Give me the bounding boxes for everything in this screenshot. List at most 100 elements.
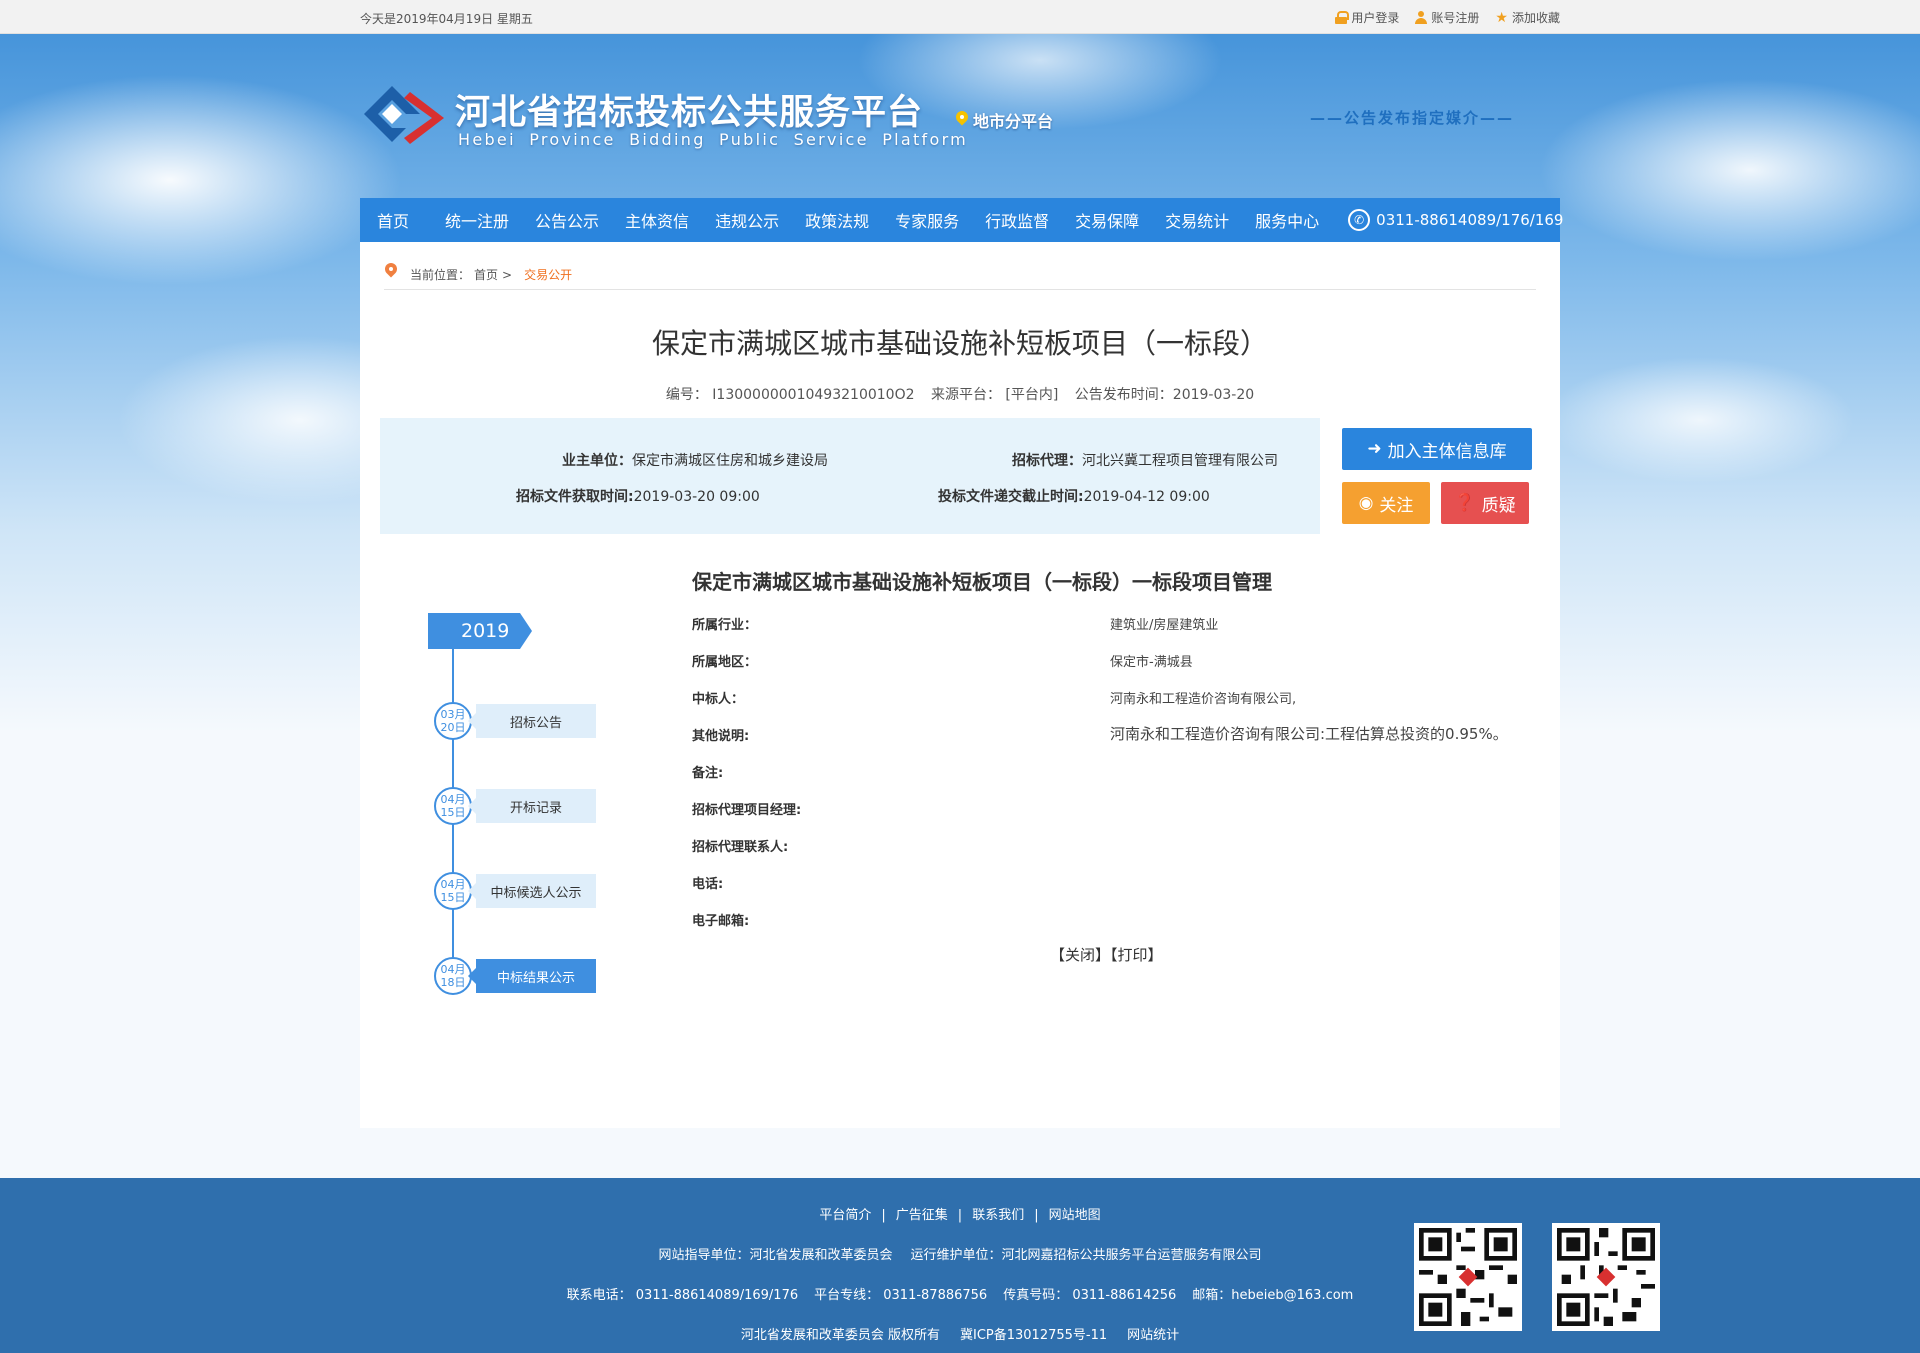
nav-service-center[interactable]: 服务中心: [1242, 208, 1332, 232]
footer-contact-phone: 联系电话： 0311-88614089/169/176: [566, 1288, 799, 1303]
field-value: 保定市-满城县: [1110, 655, 1193, 670]
field-label: 中标人：: [692, 692, 745, 707]
doc-time-info: 招标文件获取时间:2019-03-20 09:00: [516, 486, 760, 506]
footer-hotline: 平台专线： 0311-87886756: [814, 1288, 988, 1303]
footer-icp[interactable]: 冀ICP备13012755号-11: [960, 1328, 1107, 1343]
nav-home[interactable]: 首页: [360, 208, 432, 232]
print-link[interactable]: 【打印】: [1110, 946, 1163, 964]
meta-date: 公告发布时间：2019-03-20: [1074, 387, 1255, 403]
site-title: 河北省招标投标公共服务平台: [455, 93, 924, 133]
follow-button[interactable]: ◉ 关注: [1342, 482, 1430, 524]
question-button[interactable]: ❓ 质疑: [1441, 482, 1529, 524]
footer-separator: |: [881, 1208, 886, 1223]
footer-stats[interactable]: 网站统计: [1127, 1328, 1179, 1343]
nav-experts[interactable]: 专家服务: [882, 208, 972, 232]
agent-info: 招标代理：河北兴冀工程项目管理有限公司: [1012, 450, 1278, 470]
location-pin-icon: [384, 263, 398, 281]
project-info-box: 业主单位：保定市满城区住房和城乡建设局 招标代理：河北兴冀工程项目管理有限公司 …: [380, 418, 1320, 534]
field-label: 所属行业：: [692, 618, 758, 633]
nav-supervision[interactable]: 行政监督: [972, 208, 1062, 232]
field-label: 招标代理联系人:: [692, 840, 789, 855]
nav-credit[interactable]: 主体资信: [612, 208, 702, 232]
timeline-date: 04月 15日: [434, 787, 472, 825]
nav-violations[interactable]: 违规公示: [702, 208, 792, 232]
field-value: 建筑业/房屋建筑业: [1110, 618, 1219, 633]
timeline-item-result[interactable]: 中标结果公示: [468, 959, 596, 993]
branch-platform-link[interactable]: 地市分平台: [955, 108, 1053, 132]
site-logo[interactable]: [362, 84, 446, 148]
favorite-link[interactable]: ★ 添加收藏: [1495, 9, 1560, 26]
breadcrumb-separator: >: [502, 267, 513, 282]
timeline-day: 20日: [440, 721, 466, 734]
site-subtitle: Hebei Province Bidding Public Service Pl…: [458, 130, 969, 149]
timeline-date: 04月 15日: [434, 872, 472, 910]
detail-title: 保定市满城区城市基础设施补短板项目（一标段）一标段项目管理: [692, 570, 1272, 594]
nav-guarantee[interactable]: 交易保障: [1062, 208, 1152, 232]
timeline-date: 04月 18日: [434, 957, 472, 995]
nav-statistics[interactable]: 交易统计: [1152, 208, 1242, 232]
footer-guide-unit: 网站指导单位：河北省发展和改革委员会: [658, 1248, 893, 1263]
nav-register[interactable]: 统一注册: [432, 208, 522, 232]
field-label: 电话:: [692, 877, 724, 892]
timeline-day: 18日: [440, 976, 466, 989]
field-value: 河南永和工程造价咨询有限公司,: [1110, 692, 1297, 707]
footer-fax: 传真号码： 0311-88614256: [1003, 1288, 1177, 1303]
timeline-item-candidates[interactable]: 中标候选人公示: [468, 874, 596, 908]
hotline: ✆ 0311-88614089/176/169: [1348, 209, 1563, 231]
timeline-year: 2019: [428, 613, 532, 649]
field-label: 电子邮箱:: [692, 914, 750, 929]
add-to-library-button[interactable]: ➜ 加入主体信息库: [1342, 428, 1532, 470]
timeline-day: 15日: [440, 806, 466, 819]
timeline-month: 04月: [440, 963, 466, 976]
footer-link-contact[interactable]: 联系我们: [972, 1208, 1024, 1223]
content-panel: 当前位置： 首页 > 交易公开 保定市满城区城市基础设施补短板项目（一标段） 编…: [360, 242, 1560, 1128]
current-date: 今天是2019年04月19日 星期五: [360, 12, 533, 26]
footer-link-ads[interactable]: 广告征集: [896, 1208, 948, 1223]
timeline-day: 15日: [440, 891, 466, 904]
detail-actions: 【关闭】【打印】: [1050, 944, 1163, 965]
timeline-date: 03月 20日: [434, 702, 472, 740]
deadline-value: 2019-04-12 09:00: [1083, 489, 1210, 505]
follow-label: 关注: [1379, 495, 1414, 516]
article-meta: 编号： I13000000010493210010O2 来源平台： [平台内] …: [360, 384, 1560, 404]
top-links: 用户登录 账号注册 ★ 添加收藏: [1335, 9, 1560, 26]
register-label: 账号注册: [1431, 11, 1480, 25]
top-bar: 今天是2019年04月19日 星期五 用户登录 账号注册 ★ 添加收藏: [0, 0, 1920, 34]
star-icon: ★: [1495, 9, 1508, 26]
footer-operator: 运行维护单位：河北网嘉招标公共服务平台运营服务有限公司: [910, 1248, 1262, 1263]
field-label: 备注:: [692, 766, 724, 781]
nav-policies[interactable]: 政策法规: [792, 208, 882, 232]
footer-separator: |: [1034, 1208, 1039, 1223]
page-title: 保定市满城区城市基础设施补短板项目（一标段）: [651, 327, 1268, 360]
field-value: 河南永和工程造价咨询有限公司:工程估算总投资的0.95%。: [1110, 725, 1508, 743]
timeline-month: 04月: [440, 793, 466, 806]
qr-code: [1414, 1223, 1522, 1331]
close-link[interactable]: 【关闭】: [1050, 946, 1110, 964]
breadcrumb-current[interactable]: 交易公开: [524, 266, 572, 283]
field-label: 招标代理项目经理:: [692, 803, 802, 818]
doc-time-value: 2019-03-20 09:00: [633, 489, 760, 505]
location-pin-icon: [955, 111, 969, 129]
add-to-library-label: 加入主体信息库: [1387, 441, 1507, 462]
login-link[interactable]: 用户登录: [1335, 9, 1399, 26]
nav-announcements[interactable]: 公告公示: [522, 208, 612, 232]
media-slogan: ——公告发布指定媒介——: [1310, 109, 1515, 127]
field-label: 所属地区：: [692, 655, 758, 670]
sign-in-icon: ➜: [1367, 439, 1382, 459]
main-nav: 首页 统一注册 公告公示 主体资信 违规公示 政策法规 专家服务 行政监督 交易…: [360, 198, 1563, 242]
timeline-item-bid-notice[interactable]: 招标公告: [468, 704, 596, 738]
timeline-month: 04月: [440, 878, 466, 891]
breadcrumb: 当前位置： 首页 > 交易公开: [384, 260, 1536, 290]
branch-label: 地市分平台: [973, 112, 1054, 131]
breadcrumb-home[interactable]: 首页: [474, 266, 498, 283]
footer-links: 平台简介 | 广告征集 | 联系我们 | 网站地图: [0, 1204, 1920, 1223]
footer-link-about[interactable]: 平台简介: [819, 1208, 871, 1223]
phone-icon: ✆: [1348, 209, 1371, 231]
timeline-item-bid-opening[interactable]: 开标记录: [468, 789, 596, 823]
qr-code-icon: [1419, 1228, 1517, 1326]
lock-icon: [1335, 11, 1350, 24]
register-link[interactable]: 账号注册: [1415, 9, 1479, 26]
footer-link-sitemap[interactable]: 网站地图: [1049, 1208, 1101, 1223]
owner-value: 保定市满城区住房和城乡建设局: [632, 453, 828, 469]
timeline-month: 03月: [440, 708, 466, 721]
